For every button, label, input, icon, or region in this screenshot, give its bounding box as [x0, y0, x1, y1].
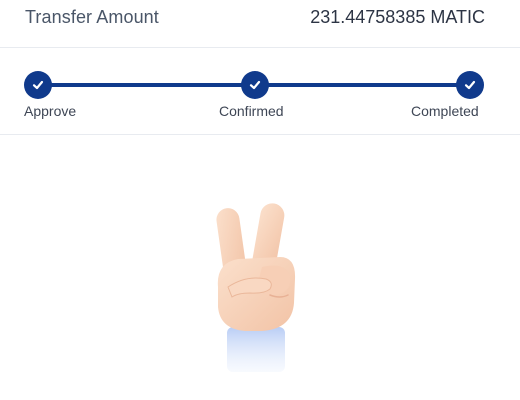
step-completed-check-icon — [456, 71, 484, 99]
transfer-amount-label: Transfer Amount — [25, 7, 159, 27]
step-label-confirmed: Confirmed — [219, 103, 284, 119]
transfer-amount-row: Transfer Amount 231.44758385 MATIC — [0, 0, 520, 48]
step-approve-check-icon — [24, 71, 52, 99]
victory-hand-icon — [200, 195, 320, 375]
step-label-approve: Approve — [24, 103, 77, 119]
step-label-completed: Completed — [411, 103, 479, 119]
transfer-amount-value: 231.44758385 MATIC — [310, 7, 485, 27]
step-confirmed-check-icon — [241, 71, 269, 99]
progress-stepper: Approve Confirmed Completed — [0, 48, 520, 135]
